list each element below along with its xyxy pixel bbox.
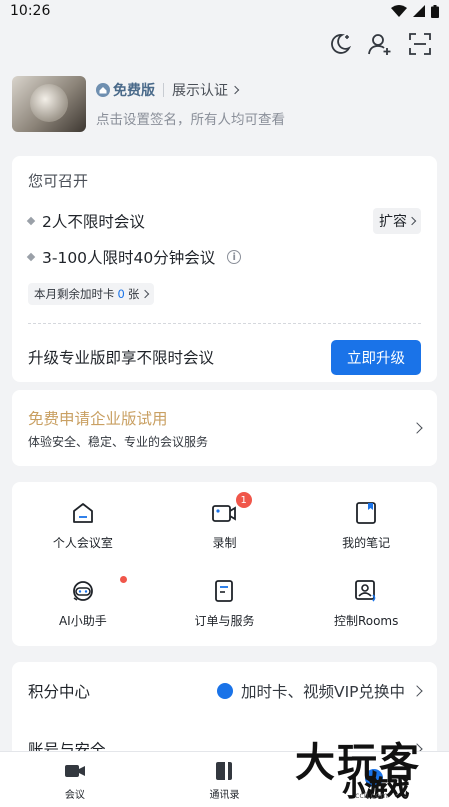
grid-item-label: 我的笔记 [342, 535, 391, 550]
add-contact-icon[interactable] [367, 31, 393, 57]
grid-item-label: AI小助手 [58, 613, 107, 628]
meeting-tab-icon [64, 764, 85, 777]
grid-item-control-rooms[interactable]: 控制Rooms [295, 564, 437, 642]
grid-item-ai-assistant[interactable]: AI小助手 [12, 564, 154, 642]
enterprise-trial-card[interactable]: 免费申请企业版试用 体验安全、稳定、专业的会议服务 [12, 390, 437, 466]
free-edition-label: 免费版 [113, 83, 155, 99]
chevron-right-icon [407, 216, 417, 226]
chevron-right-icon [411, 422, 423, 434]
dark-mode-icon[interactable] [327, 31, 353, 57]
points-coin-icon [216, 683, 233, 699]
grid-item-notes[interactable]: 我的笔记 [295, 486, 437, 564]
feature-grid: 个人会议室 1 录制 我的笔记 AI小助手 订单与服务 控制Rooms [12, 482, 437, 646]
extra-time-count: 0 [117, 287, 125, 301]
upgrade-row: 升级专业版即享不限时会议 立即升级 [28, 324, 421, 390]
plan-card: 您可召开 2人不限时会议 扩容 3-100人限时40分钟会议 i 本月剩余加时卡… [12, 156, 437, 382]
plan-title: 您可召开 [28, 172, 89, 190]
upgrade-button[interactable]: 立即升级 [331, 339, 421, 375]
scan-icon[interactable] [407, 31, 433, 57]
ai-assistant-icon [72, 580, 93, 601]
tab-contacts-label: 通讯录 [209, 789, 240, 801]
info-icon[interactable]: i [227, 250, 242, 264]
chevron-right-icon [230, 85, 240, 95]
record-icon [212, 504, 237, 522]
trial-title: 免费申请企业版试用 [28, 409, 168, 428]
plan-item-unlimited-label: 2人不限时会议 [42, 213, 145, 231]
watermark: 大玩客 小游戏 ccll.com [295, 741, 435, 803]
plan-item-limited: 3-100人限时40分钟会议 i [26, 239, 421, 275]
grid-item-label: 个人会议室 [52, 535, 113, 550]
tab-meeting-label: 会议 [64, 789, 85, 801]
grid-item-record[interactable]: 1 录制 [154, 486, 296, 564]
bullet-icon [26, 252, 36, 262]
certification-label: 展示认证 [172, 83, 228, 99]
free-edition-badge[interactable]: 免费版 [96, 80, 155, 100]
extra-time-unit: 张 [127, 287, 140, 301]
upgrade-text: 升级专业版即享不限时会议 [28, 349, 215, 367]
contacts-tab-icon [216, 761, 233, 780]
status-bar: 10:26 [0, 0, 449, 22]
profile-header[interactable]: 免费版 展示认证 点击设置签名，所有人均可查看 [0, 66, 449, 136]
avatar[interactable] [12, 76, 86, 132]
grid-item-personal-room[interactable]: 个人会议室 [12, 486, 154, 564]
ai-new-dot [120, 576, 127, 583]
record-count-badge: 1 [235, 492, 252, 508]
home-badge-icon [96, 83, 110, 97]
grid-item-label: 录制 [212, 535, 237, 550]
extra-time-card-link[interactable]: 本月剩余加时卡 0 张 [28, 283, 155, 305]
divider [163, 83, 164, 97]
plan-item-unlimited: 2人不限时会议 扩容 [26, 203, 421, 239]
plan-item-limited-label: 3-100人限时40分钟会议 [42, 249, 216, 267]
grid-item-label: 订单与服务 [194, 613, 255, 628]
grid-item-orders[interactable]: 订单与服务 [154, 564, 296, 642]
watermark-url: ccll.com [355, 791, 388, 800]
wifi-icon [391, 5, 407, 17]
status-icons [391, 4, 439, 18]
grid-item-label: 控制Rooms [333, 613, 399, 628]
personal-room-icon [72, 502, 93, 523]
points-center-value: 加时卡、视频VIP兑换中 [240, 683, 405, 701]
chevron-right-icon [411, 685, 423, 697]
show-certification-link[interactable]: 展示认证 [172, 80, 240, 100]
signal-icon [413, 5, 425, 17]
trial-subtitle: 体验安全、稳定、专业的会议服务 [28, 434, 209, 449]
notes-icon [356, 501, 377, 524]
chevron-right-icon [141, 289, 150, 299]
expand-capacity-button[interactable]: 扩容 [373, 208, 421, 234]
status-time: 10:26 [10, 3, 51, 19]
rooms-icon [355, 579, 376, 602]
points-center-label: 积分中心 [28, 683, 91, 701]
bullet-icon [26, 216, 36, 226]
signature-prompt[interactable]: 点击设置签名，所有人均可查看 [96, 108, 285, 128]
points-center-row[interactable]: 积分中心 加时卡、视频VIP兑换中 [12, 662, 437, 720]
extra-time-label: 本月剩余加时卡 [34, 287, 115, 301]
tab-meeting[interactable]: 会议 [25, 759, 125, 801]
battery-icon [431, 4, 439, 18]
top-toolbar [0, 22, 449, 66]
orders-icon [215, 579, 234, 602]
tab-contacts[interactable]: 通讯录 [174, 759, 274, 801]
expand-capacity-label: 扩容 [379, 214, 407, 230]
